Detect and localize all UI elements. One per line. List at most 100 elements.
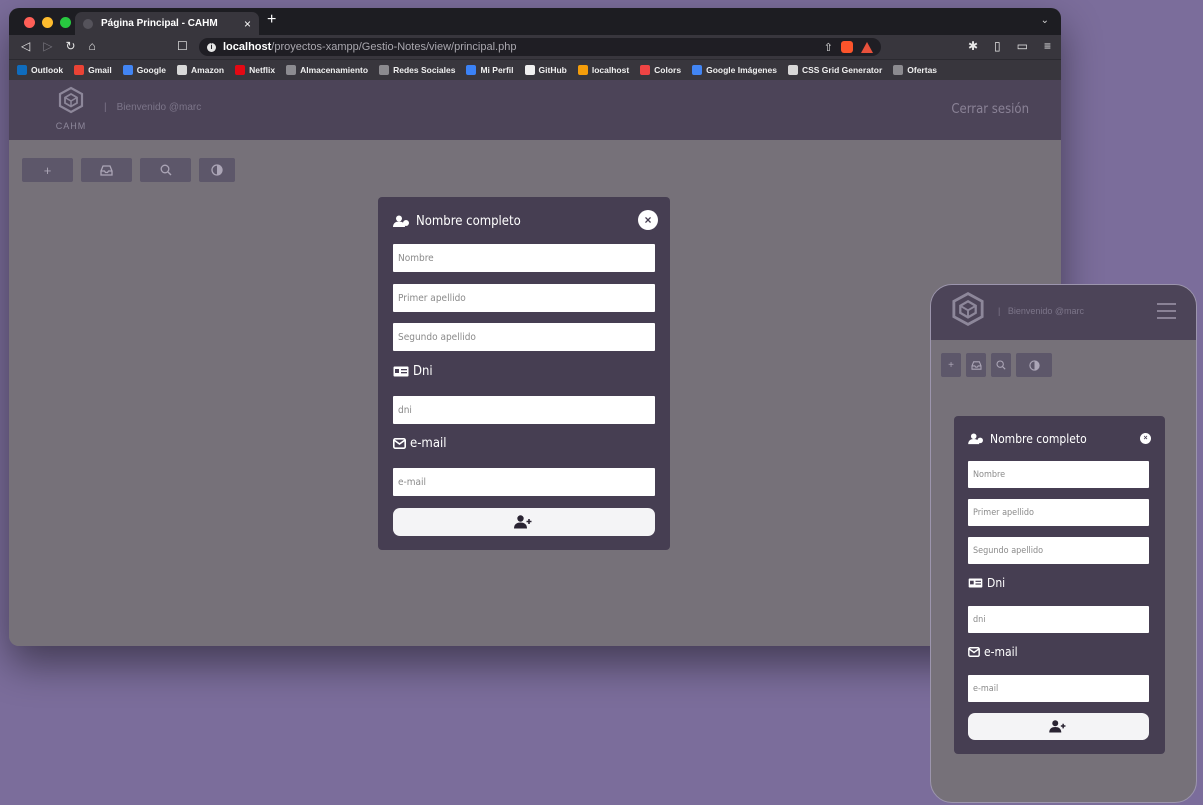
bookmark-item[interactable]: Google xyxy=(122,65,167,75)
address-bar[interactable]: i localhost /proyectos-xampp/Gestio-Note… xyxy=(199,38,881,56)
mobile-inbox-button[interactable] xyxy=(966,353,986,377)
bookmark-label: Google xyxy=(136,65,167,75)
back-icon[interactable]: ◁ xyxy=(21,39,30,53)
bookmark-label: localhost xyxy=(591,65,630,75)
bookmark-label: Amazon xyxy=(191,65,225,75)
mobile-dni-label: Dni xyxy=(968,576,1005,590)
bookmark-icon xyxy=(17,65,27,75)
mobile-search-button[interactable] xyxy=(991,353,1011,377)
mobile-email-input[interactable] xyxy=(968,675,1149,702)
name-input[interactable] xyxy=(393,244,655,272)
sidebar-icon[interactable]: ▯ xyxy=(994,39,1001,53)
email-input[interactable] xyxy=(393,468,655,496)
bookmark-icon xyxy=(577,65,588,75)
home-icon[interactable]: ⌂ xyxy=(89,39,96,53)
menu-icon[interactable]: ≡ xyxy=(1044,39,1051,53)
mobile-email-label: e-mail xyxy=(968,645,1018,659)
add-user-button[interactable] xyxy=(393,508,655,536)
cube-logo-icon xyxy=(58,86,84,114)
bookmark-label: CSS Grid Generator xyxy=(801,65,883,75)
bookmark-page-icon[interactable]: ☐ xyxy=(177,39,188,53)
app-logo[interactable]: CAHM xyxy=(54,86,88,131)
envelope-icon xyxy=(393,438,406,449)
bookmark-item[interactable]: Gmail xyxy=(74,65,112,75)
brave-shields-icon[interactable] xyxy=(841,41,853,53)
bookmark-item[interactable]: Ofertas xyxy=(893,65,937,75)
bookmark-item[interactable]: Google Imágenes xyxy=(692,65,777,75)
browser-window: Página Principal - CAHM × + ⌄ ◁ ▷ ↻ ⌂ ☐ … xyxy=(9,8,1061,646)
bookmark-icon xyxy=(524,65,535,75)
modal-close-button[interactable]: × xyxy=(638,210,658,230)
theme-toggle-button[interactable] xyxy=(199,158,235,182)
mobile-welcome-message: | Bienvenido @marc xyxy=(998,306,1085,316)
tab-list-chevron-icon[interactable]: ⌄ xyxy=(1041,15,1049,26)
first-surname-input[interactable] xyxy=(393,284,655,312)
bookmark-icon xyxy=(122,65,133,75)
inbox-button[interactable] xyxy=(81,158,132,182)
bookmark-item[interactable]: Mi Perfil xyxy=(466,65,514,75)
bookmark-label: Colors xyxy=(654,65,682,75)
bookmark-item[interactable]: localhost xyxy=(577,65,630,75)
bookmark-item[interactable]: CSS Grid Generator xyxy=(787,65,883,75)
cube-logo-icon xyxy=(952,291,984,327)
bookmark-label: Gmail xyxy=(88,65,112,75)
bookmark-item[interactable]: Almacenamiento xyxy=(286,65,368,75)
mobile-action-toolbar: + xyxy=(941,353,1052,377)
window-controls xyxy=(24,17,71,28)
bookmark-label: Redes Sociales xyxy=(393,65,456,75)
bookmark-item[interactable]: GitHub xyxy=(524,65,567,75)
tab-close-icon[interactable]: × xyxy=(244,17,251,31)
bookmark-item[interactable]: Redes Sociales xyxy=(379,65,455,75)
add-button[interactable]: + xyxy=(22,158,73,182)
mobile-modal-title: Nombre completo xyxy=(968,432,1087,446)
tab-bar: Página Principal - CAHM × + ⌄ xyxy=(9,8,1061,35)
wallet-icon[interactable]: ▭ xyxy=(1017,39,1028,53)
bookmark-item[interactable]: Colors xyxy=(640,65,681,75)
mobile-app-logo[interactable] xyxy=(951,291,985,332)
mobile-dni-input[interactable] xyxy=(968,606,1149,633)
inbox-icon xyxy=(100,164,113,176)
second-surname-input[interactable] xyxy=(393,323,655,351)
dni-input[interactable] xyxy=(393,396,655,424)
bookmark-icon xyxy=(640,65,651,75)
bookmark-icon xyxy=(286,65,297,75)
bookmark-item[interactable]: Outlook xyxy=(17,65,63,75)
bookmark-label: Outlook xyxy=(31,65,64,75)
reload-icon[interactable]: ↻ xyxy=(65,39,75,53)
bookmark-icon xyxy=(379,65,390,75)
mobile-preview: | Bienvenido @marc + Nombre completo × D… xyxy=(930,284,1197,803)
add-user-modal: Nombre completo × Dni e-mail xyxy=(378,197,670,550)
user-group-icon xyxy=(393,215,409,227)
bookmark-icon xyxy=(466,65,477,75)
hamburger-menu-icon[interactable] xyxy=(1157,303,1176,324)
site-info-icon[interactable]: i xyxy=(207,42,216,52)
search-button[interactable] xyxy=(140,158,191,182)
email-label: e-mail xyxy=(393,436,446,451)
share-icon[interactable]: ⇧ xyxy=(824,41,833,54)
maximize-window-button[interactable] xyxy=(60,17,71,28)
logout-link[interactable]: Cerrar sesión xyxy=(951,102,1029,117)
app-header: CAHM | Bienvenido @marc Cerrar sesión xyxy=(9,80,1061,140)
mobile-add-user-modal: Nombre completo × Dni e-mail xyxy=(954,416,1165,754)
bookmark-icon xyxy=(235,65,246,75)
mobile-theme-toggle-button[interactable] xyxy=(1016,353,1052,377)
mobile-name-input[interactable] xyxy=(968,461,1149,488)
mobile-modal-close-button[interactable]: × xyxy=(1140,433,1151,444)
bookmark-item[interactable]: Amazon xyxy=(177,65,224,75)
mobile-second-surname-input[interactable] xyxy=(968,537,1149,564)
bookmark-label: Almacenamiento xyxy=(300,65,369,75)
forward-icon[interactable]: ▷ xyxy=(43,39,52,53)
minimize-window-button[interactable] xyxy=(42,17,53,28)
extensions-icon[interactable]: ✱ xyxy=(968,39,978,53)
mobile-add-user-button[interactable] xyxy=(968,713,1149,740)
browser-tab[interactable]: Página Principal - CAHM × xyxy=(75,12,259,35)
bookmark-item[interactable]: Netflix xyxy=(235,65,275,75)
new-tab-button[interactable]: + xyxy=(267,11,276,29)
envelope-icon xyxy=(968,647,980,657)
mobile-add-button[interactable]: + xyxy=(941,353,961,377)
url-host: localhost xyxy=(223,41,272,53)
brave-rewards-icon[interactable] xyxy=(861,41,873,53)
mobile-first-surname-input[interactable] xyxy=(968,499,1149,526)
navigation-buttons: ◁ ▷ ↻ ⌂ xyxy=(21,39,96,53)
close-window-button[interactable] xyxy=(24,17,35,28)
